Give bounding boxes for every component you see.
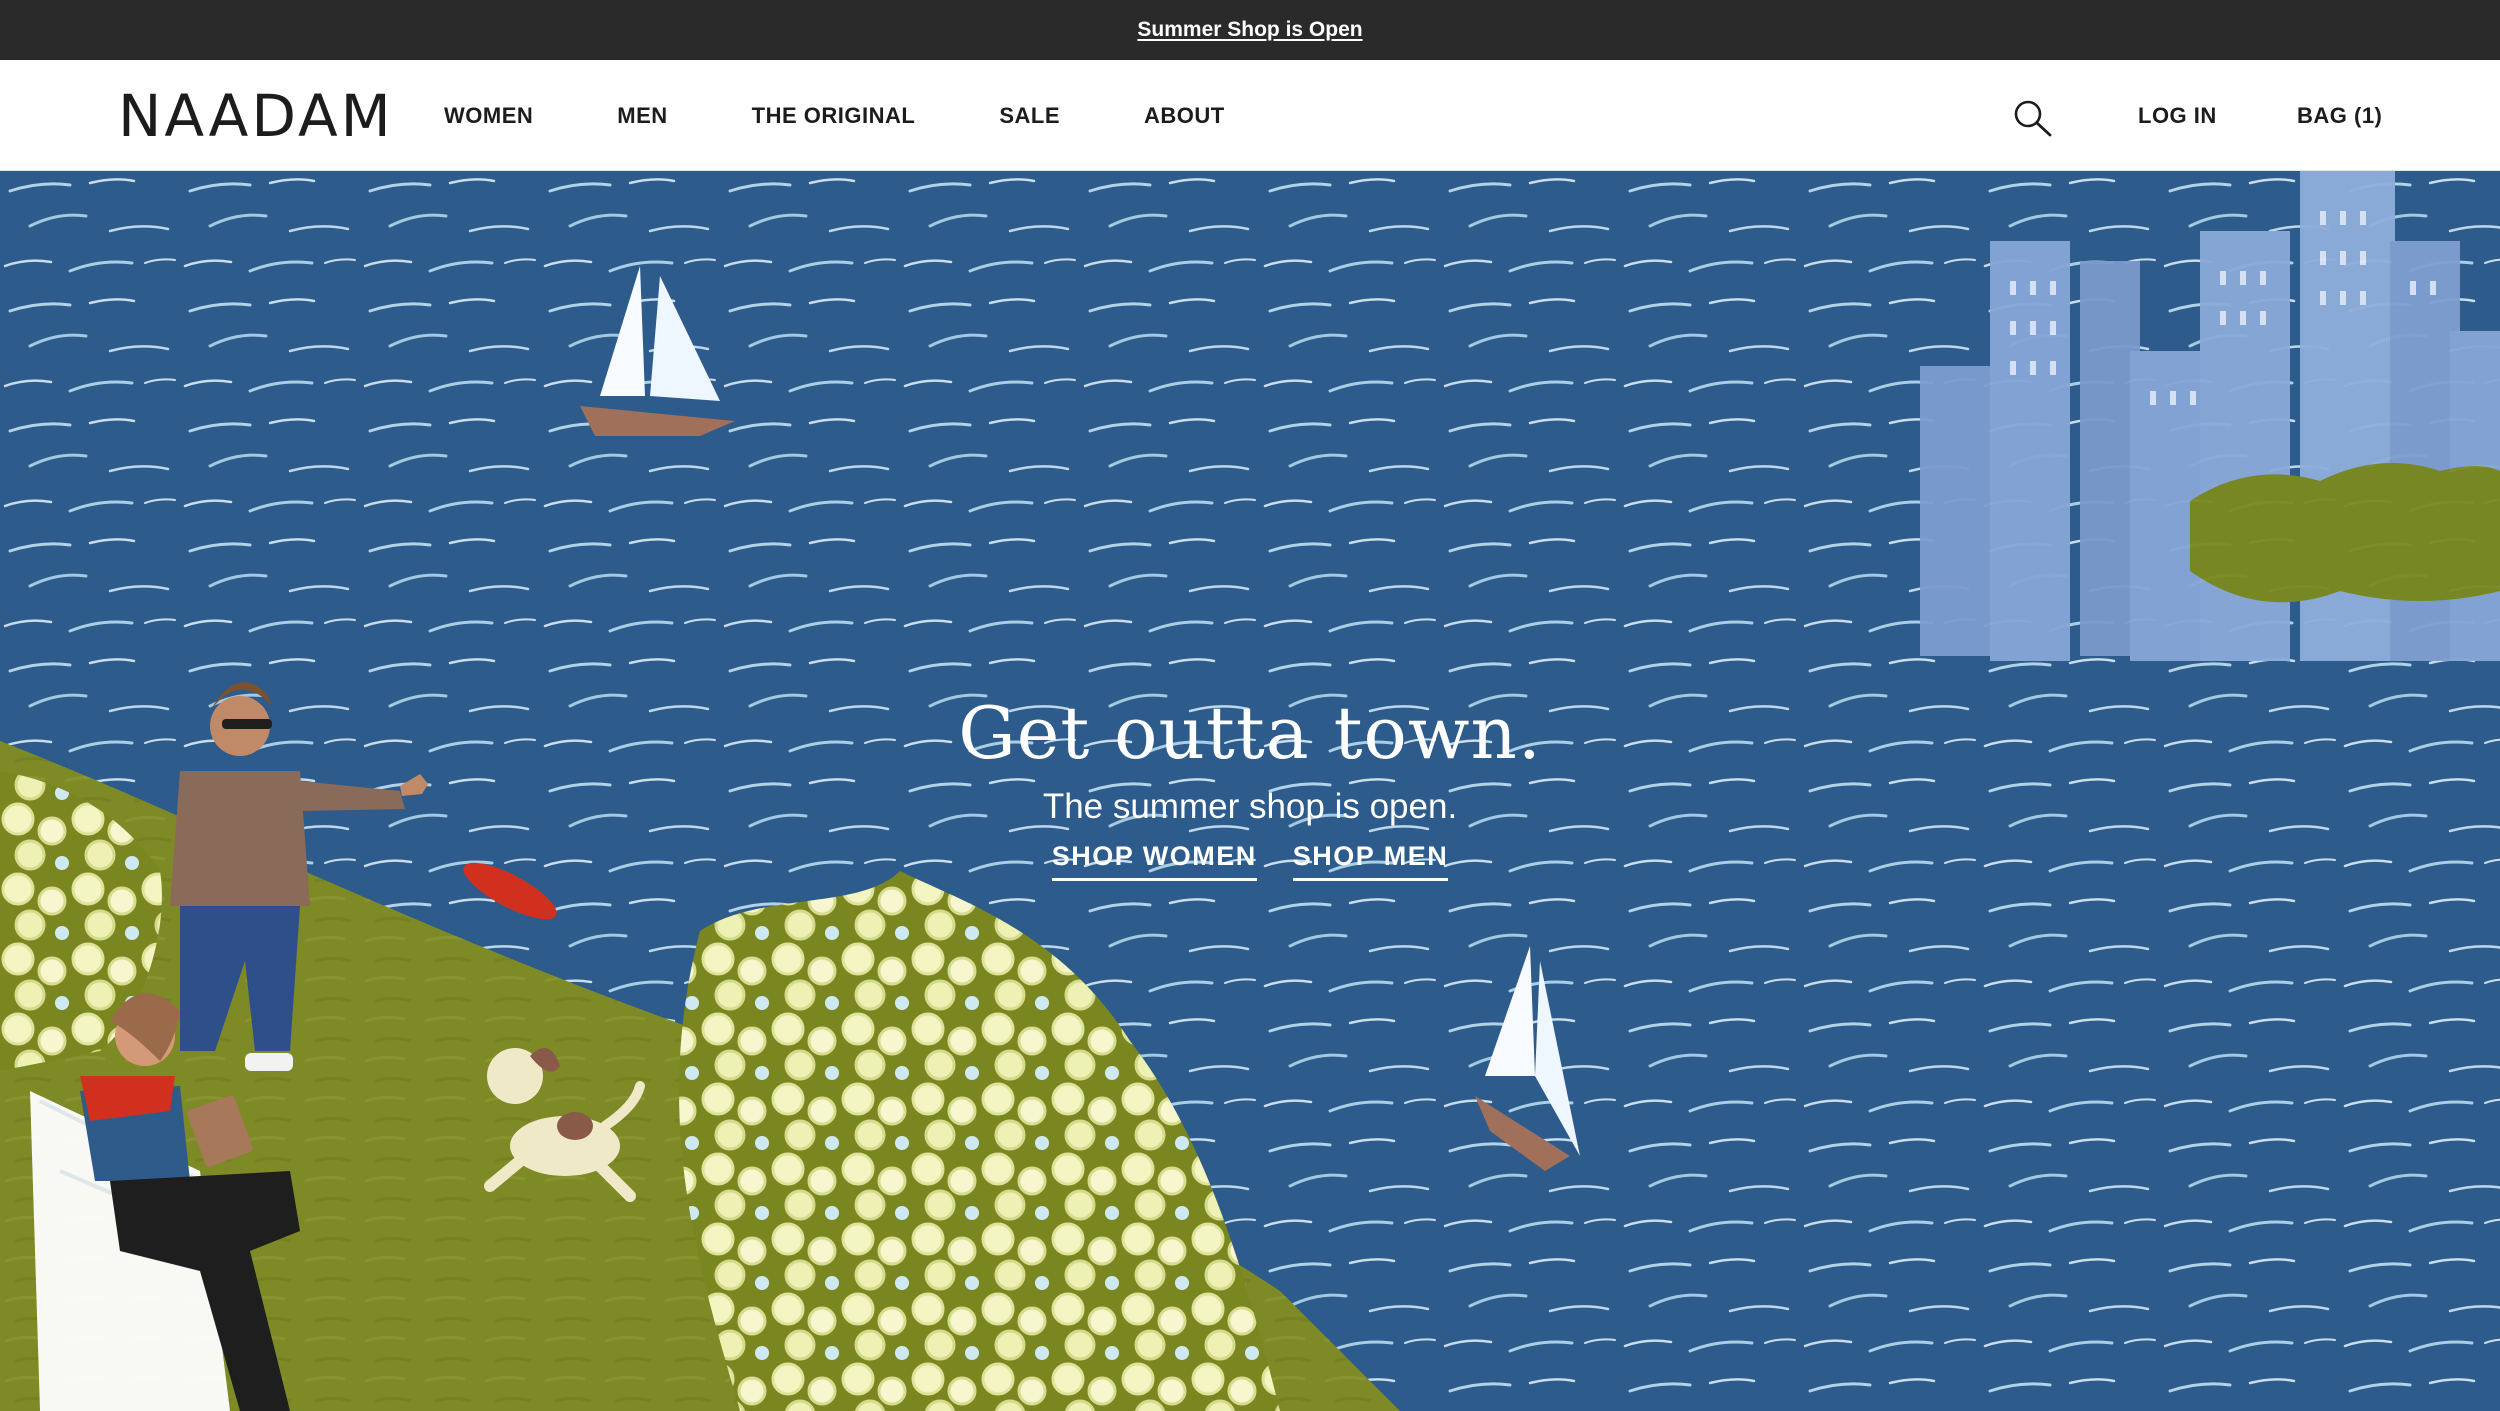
logo[interactable]: NAADAM	[118, 86, 394, 146]
announcement-bar: Summer Shop is Open	[0, 0, 2500, 60]
main-nav: WOMEN MEN THE ORIGINAL SALE ABOUT	[444, 60, 1309, 171]
shop-men-button[interactable]: SHOP MEN	[1292, 841, 1449, 881]
shop-women-button[interactable]: SHOP WOMEN	[1051, 841, 1257, 881]
nav-item-about[interactable]: ABOUT	[1144, 103, 1225, 129]
nav-item-the-original[interactable]: THE ORIGINAL	[752, 103, 916, 129]
site-header: NAADAM WOMEN MEN THE ORIGINAL SALE ABOUT…	[0, 60, 2500, 171]
hero-subtitle: The summer shop is open.	[1042, 787, 1458, 826]
login-link[interactable]: LOG IN	[2138, 60, 2217, 171]
search-icon	[2014, 100, 2052, 137]
nav-item-men[interactable]: MEN	[617, 103, 667, 129]
nav-item-women[interactable]: WOMEN	[444, 103, 533, 129]
search-button[interactable]	[2012, 98, 2054, 138]
city-skyline	[1920, 171, 2500, 661]
hero-copy: Get outta town. The summer shop is open.…	[0, 691, 2500, 881]
hero-banner: Get outta town. The summer shop is open.…	[0, 171, 2500, 1411]
announcement-link[interactable]: Summer Shop is Open	[1137, 18, 1362, 42]
bag-link[interactable]: BAG (1)	[2297, 60, 2382, 171]
hero-title: Get outta town.	[958, 691, 1542, 775]
nav-item-sale[interactable]: SALE	[999, 103, 1060, 129]
hero-cta-group: SHOP WOMEN SHOP MEN	[0, 841, 2500, 881]
